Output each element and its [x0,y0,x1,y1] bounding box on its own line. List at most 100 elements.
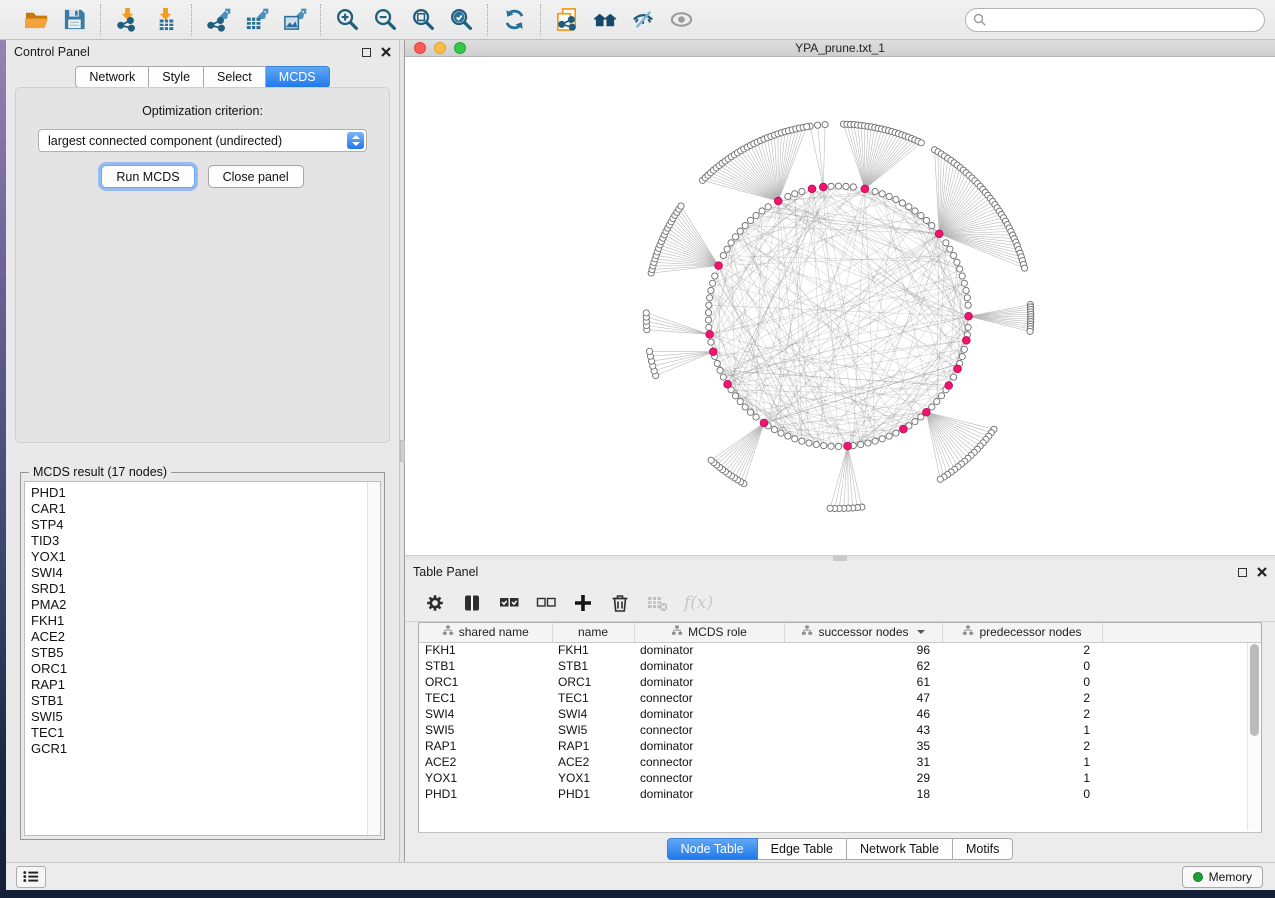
hide-selected-icon[interactable] [629,6,657,34]
result-node[interactable]: PMA2 [31,597,380,613]
cell-name[interactable]: STB1 [552,658,634,674]
result-node[interactable]: TID3 [31,533,380,549]
column-header-predecessor-nodes[interactable]: predecessor nodes [942,623,1102,642]
tab-mcds[interactable]: MCDS [266,66,330,88]
cell-empty[interactable] [1102,690,1261,706]
horizontal-splitter[interactable] [405,555,1275,560]
table-row[interactable]: TEC1TEC1connector472 [419,690,1261,706]
zoom-out-icon[interactable] [371,6,399,34]
task-history-button[interactable] [16,866,46,888]
cell-name[interactable]: TEC1 [552,690,634,706]
column-header-shared-name[interactable]: shared name [419,623,552,642]
cell-successors[interactable]: 29 [784,770,942,786]
table-row[interactable]: PHD1PHD1dominator180 [419,786,1261,802]
float-panel-icon[interactable] [1238,568,1247,577]
tab-network[interactable]: Network [75,66,149,88]
result-node[interactable]: ORC1 [31,661,380,677]
cell-predecessors[interactable]: 1 [942,754,1102,770]
table-row[interactable]: ORC1ORC1dominator610 [419,674,1261,690]
zoom-in-icon[interactable] [333,6,361,34]
cell-successors[interactable]: 35 [784,738,942,754]
run-mcds-button[interactable]: Run MCDS [101,165,194,188]
close-panel-button[interactable]: Close panel [208,165,304,188]
cell-shared[interactable]: STB1 [419,658,552,674]
cell-empty[interactable] [1102,754,1261,770]
cell-empty[interactable] [1102,674,1261,690]
cell-empty[interactable] [1102,706,1261,722]
node-table[interactable]: shared namenameMCDS rolesuccessor nodesp… [419,623,1261,802]
deselect-all-icon[interactable] [536,593,556,613]
open-session-icon[interactable] [22,6,50,34]
result-node[interactable]: STB5 [31,645,380,661]
gear-icon[interactable] [425,593,445,613]
splitter-handle[interactable] [833,556,847,561]
cell-predecessors[interactable]: 1 [942,770,1102,786]
cell-role[interactable]: dominator [634,706,784,722]
result-node[interactable]: SRD1 [31,581,380,597]
table-row[interactable]: SWI5SWI5connector431 [419,722,1261,738]
export-table-icon[interactable] [242,6,270,34]
cell-role[interactable]: dominator [634,786,784,802]
close-panel-icon[interactable] [381,47,391,57]
import-table-icon[interactable] [151,6,179,34]
cell-name[interactable]: SWI5 [552,722,634,738]
cell-role[interactable]: connector [634,690,784,706]
cell-name[interactable]: FKH1 [552,642,634,658]
cell-successors[interactable]: 43 [784,722,942,738]
zoom-selected-icon[interactable] [447,6,475,34]
result-node[interactable]: FKH1 [31,613,380,629]
cell-role[interactable]: dominator [634,642,784,658]
result-node[interactable]: SWI5 [31,709,380,725]
cell-predecessors[interactable]: 2 [942,690,1102,706]
result-node[interactable]: ACE2 [31,629,380,645]
column-header-successor-nodes[interactable]: successor nodes [784,623,942,642]
cell-shared[interactable]: PHD1 [419,786,552,802]
table-row[interactable]: STB1STB1dominator620 [419,658,1261,674]
cell-successors[interactable]: 18 [784,786,942,802]
cell-name[interactable]: ORC1 [552,674,634,690]
cell-predecessors[interactable]: 0 [942,674,1102,690]
cell-predecessors[interactable]: 2 [942,642,1102,658]
result-node[interactable]: CAR1 [31,501,380,517]
cell-shared[interactable]: RAP1 [419,738,552,754]
result-node[interactable]: YOX1 [31,549,380,565]
column-header-MCDS-role[interactable]: MCDS role [634,623,784,642]
clone-network-icon[interactable] [553,6,581,34]
export-image-icon[interactable] [280,6,308,34]
tab-edge-table[interactable]: Edge Table [758,838,847,860]
result-scrollbar[interactable] [367,482,380,835]
first-neighbors-icon[interactable] [591,6,619,34]
close-panel-icon[interactable] [1257,567,1267,577]
cell-name[interactable]: SWI4 [552,706,634,722]
cell-empty[interactable] [1102,738,1261,754]
tab-motifs[interactable]: Motifs [953,838,1013,860]
cell-empty[interactable] [1102,658,1261,674]
cell-successors[interactable]: 96 [784,642,942,658]
cell-successors[interactable]: 31 [784,754,942,770]
cell-predecessors[interactable]: 2 [942,738,1102,754]
delete-icon[interactable] [610,593,630,613]
mcds-result-list[interactable]: PHD1CAR1STP4TID3YOX1SWI4SRD1PMA2FKH1ACE2… [24,481,381,836]
cell-name[interactable]: PHD1 [552,786,634,802]
result-node[interactable]: PHD1 [31,485,380,501]
save-session-icon[interactable] [60,6,88,34]
cell-role[interactable]: dominator [634,738,784,754]
cell-predecessors[interactable]: 0 [942,658,1102,674]
cell-shared[interactable]: SWI4 [419,706,552,722]
cell-name[interactable]: ACE2 [552,754,634,770]
tab-node-table[interactable]: Node Table [667,838,758,860]
network-canvas[interactable] [405,57,1275,555]
cell-shared[interactable]: ACE2 [419,754,552,770]
cell-shared[interactable]: FKH1 [419,642,552,658]
cell-shared[interactable]: TEC1 [419,690,552,706]
tab-network-table[interactable]: Network Table [847,838,953,860]
cell-role[interactable]: connector [634,722,784,738]
table-row[interactable]: YOX1YOX1connector291 [419,770,1261,786]
result-node[interactable]: GCR1 [31,741,380,757]
result-node[interactable]: TEC1 [31,725,380,741]
table-row[interactable]: RAP1RAP1dominator352 [419,738,1261,754]
table-scrollbar[interactable] [1247,643,1260,830]
column-header-name[interactable]: name [552,623,634,642]
memory-button[interactable]: Memory [1182,866,1263,888]
table-row[interactable]: SWI4SWI4dominator462 [419,706,1261,722]
